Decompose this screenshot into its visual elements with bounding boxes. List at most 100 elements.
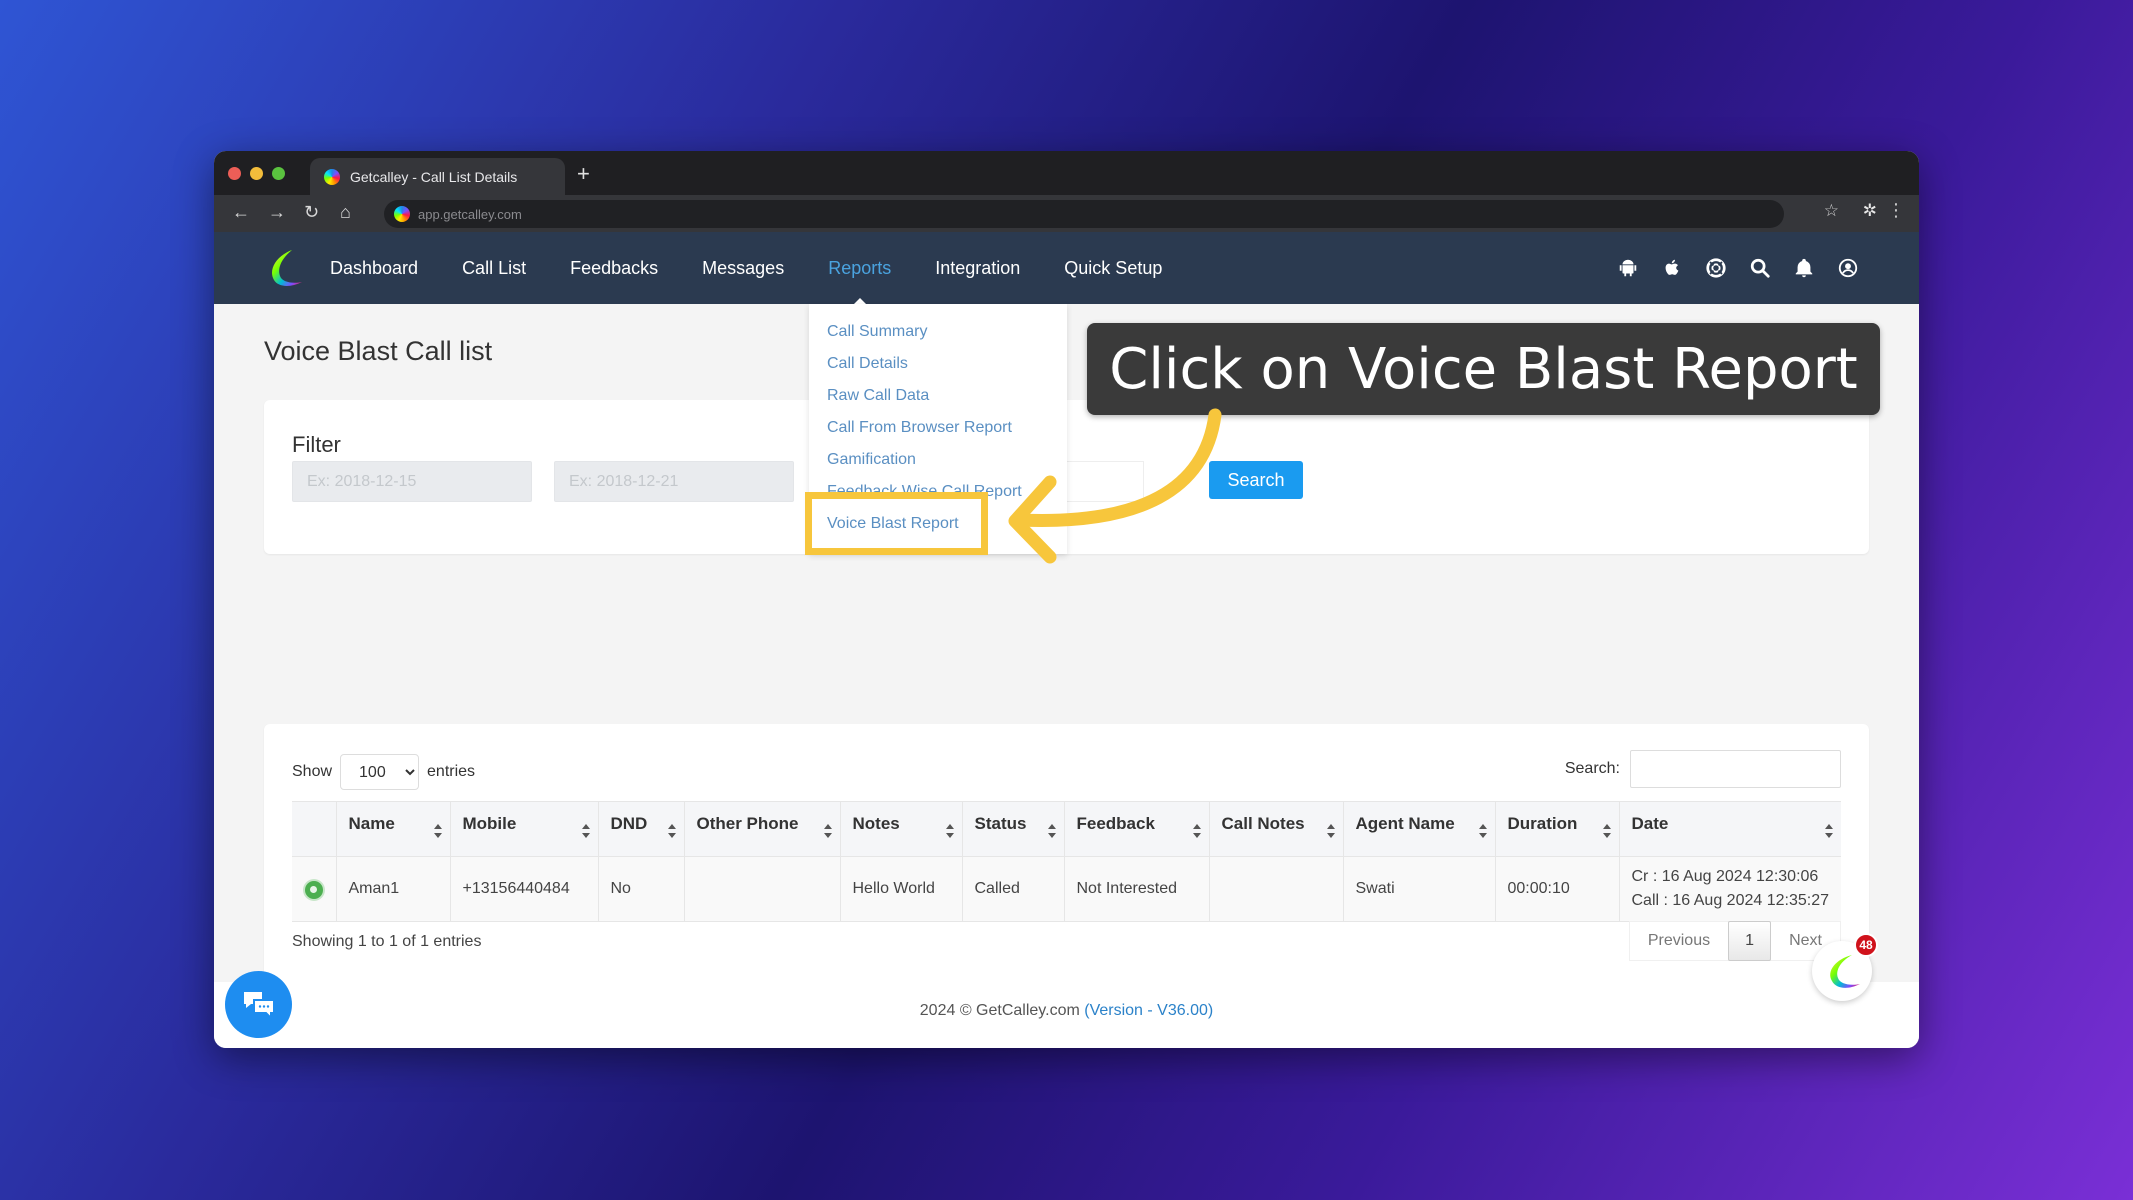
sort-icon[interactable]: [1603, 824, 1611, 838]
notification-count-badge: 48: [1854, 933, 1878, 957]
table-row[interactable]: Aman1 +13156440484 No Hello World Called…: [292, 856, 1841, 922]
sort-icon[interactable]: [824, 824, 832, 838]
table-search-control: Search:: [1565, 750, 1841, 788]
column-header-agent-name[interactable]: Agent Name: [1343, 801, 1496, 857]
nav-quick-setup[interactable]: Quick Setup: [1064, 258, 1162, 279]
back-arrow-icon[interactable]: ←: [232, 202, 250, 223]
page-title: Voice Blast Call list: [264, 336, 493, 366]
pagination-previous[interactable]: Previous: [1630, 922, 1728, 960]
column-label: Mobile: [462, 814, 517, 833]
column-header-other-phone[interactable]: Other Phone: [684, 801, 841, 857]
main-nav: Dashboard Call List Feedbacks Messages R…: [330, 232, 1206, 306]
sort-icon[interactable]: [1479, 824, 1487, 838]
browser-tab[interactable]: Getcalley - Call List Details: [310, 158, 565, 195]
apple-icon[interactable]: [1661, 257, 1683, 279]
cell-name: Aman1: [336, 856, 451, 922]
plus-icon[interactable]: +: [577, 161, 590, 187]
column-header-date[interactable]: Date: [1619, 801, 1841, 857]
footer-version-link[interactable]: (Version - V36.00): [1084, 1002, 1213, 1019]
nav-messages[interactable]: Messages: [702, 258, 784, 279]
column-label: DND: [610, 814, 648, 833]
getcalley-logo-icon: [1830, 955, 1860, 988]
column-header-name[interactable]: Name: [336, 801, 451, 857]
column-label: Feedback: [1076, 814, 1155, 833]
app-navbar: Dashboard Call List Feedbacks Messages R…: [214, 232, 1919, 306]
page-size-control: Show 100 entries: [292, 754, 475, 790]
sort-icon[interactable]: [582, 824, 590, 838]
entries-label: entries: [427, 763, 476, 780]
entries-per-page-select[interactable]: 100: [340, 754, 420, 790]
browser-tab-strip: Getcalley - Call List Details +: [214, 151, 1919, 195]
from-date-input[interactable]: [292, 461, 532, 502]
site-favicon-icon: [394, 206, 410, 222]
nav-feedbacks[interactable]: Feedbacks: [570, 258, 658, 279]
column-label: Call Notes: [1221, 814, 1305, 833]
nav-integration[interactable]: Integration: [935, 258, 1020, 279]
to-date-input[interactable]: [554, 461, 794, 502]
cell-feedback: Not Interested: [1064, 856, 1210, 922]
nav-dashboard[interactable]: Dashboard: [330, 258, 418, 279]
column-label: Notes: [852, 814, 900, 833]
highlight-frame: [805, 492, 988, 555]
table-search-label: Search:: [1564, 760, 1620, 777]
column-header-dnd[interactable]: DND: [598, 801, 685, 857]
column-header-select: [292, 801, 337, 857]
cell-duration: 00:00:10: [1495, 856, 1620, 922]
kebab-menu-icon[interactable]: ⋮: [1887, 200, 1905, 221]
pagination-page-1[interactable]: 1: [1728, 921, 1772, 961]
calley-widget-button[interactable]: 48: [1812, 933, 1878, 1001]
sort-icon[interactable]: [1825, 824, 1833, 838]
sort-icon[interactable]: [946, 824, 954, 838]
column-label: Name: [348, 814, 395, 833]
live-chat-button[interactable]: [225, 971, 292, 1038]
menu-item-call-summary[interactable]: Call Summary: [809, 316, 1067, 348]
nav-call-list[interactable]: Call List: [462, 258, 526, 279]
getcalley-favicon-icon: [324, 168, 340, 185]
chat-bubbles-icon: [243, 991, 275, 1020]
android-icon[interactable]: [1617, 257, 1639, 279]
user-account-icon[interactable]: [1837, 257, 1859, 279]
close-window-button[interactable]: [228, 167, 241, 180]
sort-icon[interactable]: [1048, 824, 1056, 838]
reload-icon[interactable]: ↻: [304, 202, 319, 223]
sort-icon[interactable]: [1327, 824, 1335, 838]
cell-status: Called: [962, 856, 1065, 922]
call-list-table: Name Mobile DND Other Phone Notes Status…: [292, 801, 1841, 922]
extensions-puzzle-icon[interactable]: ✲: [1863, 201, 1877, 221]
minimize-window-button[interactable]: [250, 167, 263, 180]
show-label: Show: [292, 763, 333, 780]
column-label: Date: [1631, 814, 1669, 833]
sort-icon[interactable]: [1193, 824, 1201, 838]
column-label: Agent Name: [1355, 814, 1455, 833]
home-icon[interactable]: ⌂: [340, 202, 351, 223]
sort-icon[interactable]: [668, 824, 676, 838]
bell-icon[interactable]: [1793, 257, 1815, 279]
column-header-feedback[interactable]: Feedback: [1064, 801, 1210, 857]
search-icon[interactable]: [1749, 257, 1771, 279]
column-label: Status: [974, 814, 1027, 833]
nav-reports-label: Reports: [828, 257, 892, 278]
sort-icon[interactable]: [434, 824, 442, 838]
maximize-window-button[interactable]: [272, 167, 285, 180]
address-bar[interactable]: app.getcalley.com: [384, 200, 1784, 228]
table-search-input[interactable]: [1630, 750, 1841, 788]
column-header-call-notes[interactable]: Call Notes: [1209, 801, 1344, 857]
column-header-status[interactable]: Status: [962, 801, 1065, 857]
table-info: Showing 1 to 1 of 1 entries: [292, 933, 482, 950]
column-header-mobile[interactable]: Mobile: [450, 801, 599, 857]
menu-item-call-details[interactable]: Call Details: [809, 348, 1067, 380]
filter-heading: Filter: [292, 432, 341, 457]
column-header-duration[interactable]: Duration: [1495, 801, 1620, 857]
date-created: Cr : 16 Aug 2024 12:30:06: [1631, 868, 1819, 885]
nav-reports[interactable]: Reports: [828, 257, 892, 306]
call-list-table-panel: Show 100 entries Search: Name Mobile DND: [264, 724, 1869, 982]
date-called: Call : 16 Aug 2024 12:35:27: [1631, 892, 1830, 909]
footer-copyright: 2024 © GetCalley.com: [919, 1002, 1080, 1019]
column-header-notes[interactable]: Notes: [840, 801, 963, 857]
getcalley-logo-icon[interactable]: [262, 246, 306, 290]
row-select-cell[interactable]: [292, 856, 337, 922]
support-lifebuoy-icon[interactable]: [1705, 257, 1727, 279]
forward-arrow-icon[interactable]: →: [268, 202, 286, 223]
row-status-radio-icon[interactable]: [304, 880, 323, 899]
bookmark-star-icon[interactable]: ☆: [1824, 201, 1839, 221]
